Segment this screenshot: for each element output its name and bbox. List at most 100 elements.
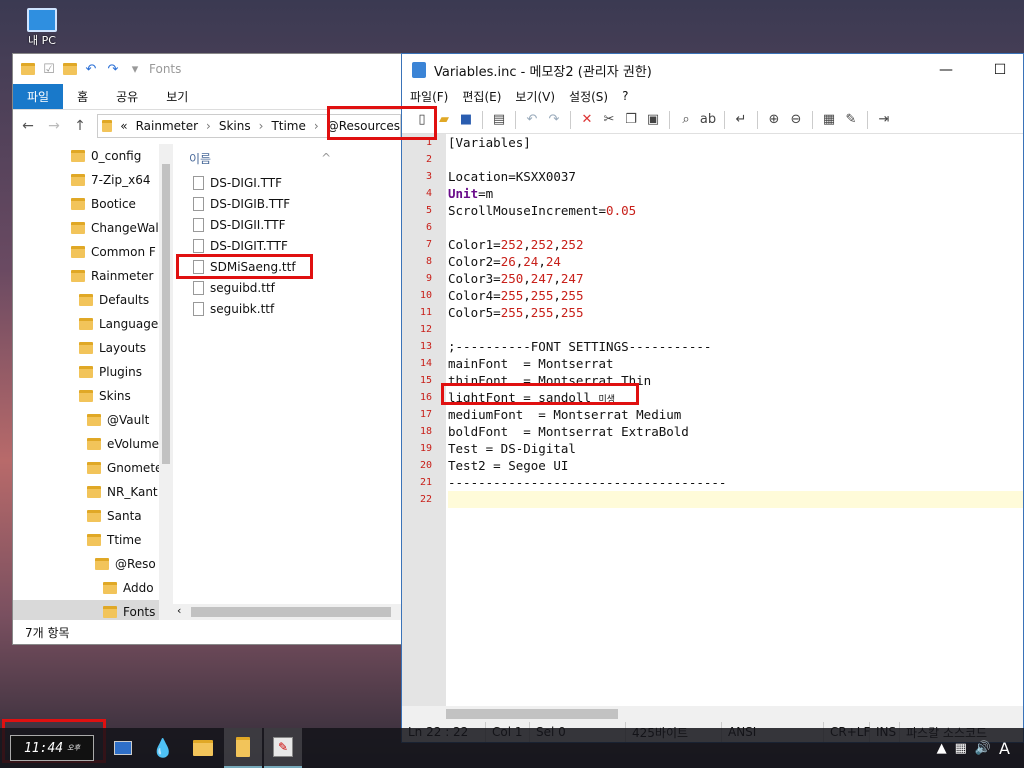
up-arrow-icon[interactable]: ↑ bbox=[71, 118, 89, 134]
menu-edit[interactable]: 편집(E) bbox=[462, 88, 501, 105]
code-line[interactable]: Color1=252,252,252 bbox=[448, 236, 1023, 253]
taskbar-app-fonts[interactable] bbox=[224, 728, 262, 768]
breadcrumb-rainmeter[interactable]: Rainmeter bbox=[136, 119, 198, 133]
code-line[interactable] bbox=[448, 151, 1023, 168]
save-icon[interactable]: ■ bbox=[456, 110, 476, 130]
tree-item[interactable]: Bootice bbox=[13, 192, 173, 216]
code-area[interactable]: [Variables] Location=KSXX0037 Unit=m Scroll… bbox=[446, 134, 1023, 706]
menu-settings[interactable]: 설정(S) bbox=[569, 88, 608, 105]
file-item[interactable]: seguibk.ttf bbox=[173, 298, 407, 319]
replace-icon[interactable]: ab bbox=[698, 110, 718, 130]
scrollbar-thumb[interactable] bbox=[191, 607, 391, 617]
cut-icon[interactable]: ✂ bbox=[599, 110, 619, 130]
code-line[interactable]: Color3=250,247,247 bbox=[448, 270, 1023, 287]
properties-icon[interactable]: ☑ bbox=[41, 61, 57, 77]
column-header-name[interactable]: 이름 ^ bbox=[173, 144, 407, 172]
tree-scrollbar[interactable] bbox=[159, 144, 173, 620]
chevron-left-icon[interactable]: ‹ bbox=[177, 604, 181, 617]
file-item[interactable]: DS-DIGIB.TTF bbox=[173, 193, 407, 214]
print-icon[interactable]: ▤ bbox=[489, 110, 509, 130]
code-line[interactable] bbox=[448, 219, 1023, 236]
tree-item[interactable]: Rainmeter bbox=[13, 264, 173, 288]
redo-icon[interactable]: ↷ bbox=[544, 110, 564, 130]
scheme-icon[interactable]: ▦ bbox=[819, 110, 839, 130]
tree-item[interactable]: ChangeWal bbox=[13, 216, 173, 240]
code-line[interactable]: Test2 = Segoe UI bbox=[448, 457, 1023, 474]
breadcrumb-skins[interactable]: Skins bbox=[219, 119, 251, 133]
tree-item[interactable]: @Vault bbox=[13, 408, 173, 432]
code-line[interactable]: Unit=m bbox=[448, 185, 1023, 202]
chevron-down-icon[interactable]: ▾ bbox=[127, 61, 143, 77]
undo-icon[interactable]: ↶ bbox=[83, 61, 99, 77]
taskbar-app-notepad2[interactable]: ✎ bbox=[264, 728, 302, 768]
breadcrumb-resources[interactable]: @Resources bbox=[327, 119, 400, 133]
menu-view[interactable]: 보기(V) bbox=[515, 88, 555, 105]
file-item[interactable]: DS-DIGI.TTF bbox=[173, 172, 407, 193]
taskbar-app-monitor[interactable] bbox=[104, 728, 142, 768]
menu-file[interactable]: 파일(F) bbox=[410, 88, 448, 105]
tree-item[interactable]: @Reso bbox=[13, 552, 173, 576]
minimize-button[interactable]: — bbox=[923, 62, 969, 78]
maximize-button[interactable]: ☐ bbox=[977, 62, 1023, 78]
tree-item[interactable]: NR_Kant bbox=[13, 480, 173, 504]
code-line[interactable]: Test = DS-Digital bbox=[448, 440, 1023, 457]
breadcrumb-overflow[interactable]: « bbox=[120, 119, 127, 133]
address-bar[interactable]: « Rainmeter › Skins › Ttime › @Resources bbox=[97, 114, 401, 138]
new-file-icon[interactable]: ▯ bbox=[412, 110, 432, 130]
tree-item[interactable]: Common F bbox=[13, 240, 173, 264]
delete-icon[interactable]: ✕ bbox=[577, 110, 597, 130]
tree-item[interactable]: Fonts bbox=[13, 600, 173, 620]
code-line[interactable]: lightFont = sandoll 미생 bbox=[448, 389, 1023, 406]
code-line[interactable]: mainFont = Montserrat bbox=[448, 355, 1023, 372]
tab-share[interactable]: 공유 bbox=[102, 84, 152, 109]
text-editor[interactable]: 1 2 3 4 5 6 7 8 9 10 11 12 13 14 15 16 17 18 19 20 21 22 [Var… bbox=[402, 134, 1023, 706]
tree-item[interactable]: 0_config bbox=[13, 144, 173, 168]
find-icon[interactable]: ⌕ bbox=[676, 110, 696, 130]
scrollbar-thumb[interactable] bbox=[162, 164, 170, 464]
code-line[interactable]: ScrollMouseIncrement=0.05 bbox=[448, 202, 1023, 219]
tree-item[interactable]: Plugins bbox=[13, 360, 173, 384]
tree-item[interactable]: Defaults bbox=[13, 288, 173, 312]
network-icon[interactable]: ▦ bbox=[955, 741, 967, 756]
breadcrumb-ttime[interactable]: Ttime bbox=[271, 119, 305, 133]
tab-home[interactable]: 홈 bbox=[63, 84, 102, 109]
code-line[interactable]: ------------------------------------- bbox=[448, 474, 1023, 491]
tree-item[interactable]: Skins bbox=[13, 384, 173, 408]
paste-icon[interactable]: ▣ bbox=[643, 110, 663, 130]
file-item[interactable]: DS-DIGIT.TTF bbox=[173, 235, 407, 256]
tree-item[interactable]: Languages bbox=[13, 312, 173, 336]
file-list-scrollbar[interactable]: ‹ bbox=[173, 604, 407, 620]
code-line[interactable]: boldFont = Montserrat ExtraBold bbox=[448, 423, 1023, 440]
exit-icon[interactable]: ⇥ bbox=[874, 110, 894, 130]
code-line[interactable]: Location=KSXX0037 bbox=[448, 168, 1023, 185]
code-line[interactable]: [Variables] bbox=[448, 134, 1023, 151]
new-folder-icon[interactable] bbox=[63, 63, 77, 75]
volume-icon[interactable]: 🔊 bbox=[975, 741, 991, 756]
undo-icon[interactable]: ↶ bbox=[522, 110, 542, 130]
customize-icon[interactable]: ✎ bbox=[841, 110, 861, 130]
code-line[interactable]: Color4=255,255,255 bbox=[448, 287, 1023, 304]
code-line[interactable] bbox=[448, 321, 1023, 338]
taskbar-app-drop[interactable]: 💧 bbox=[144, 728, 182, 768]
open-folder-icon[interactable]: ▰ bbox=[434, 110, 454, 130]
forward-arrow-icon[interactable]: → bbox=[45, 118, 63, 134]
tree-item[interactable]: Santa bbox=[13, 504, 173, 528]
code-line[interactable]: Color5=255,255,255 bbox=[448, 304, 1023, 321]
file-item[interactable]: SDMiSaeng.ttf bbox=[173, 256, 407, 277]
file-item[interactable]: seguibd.ttf bbox=[173, 277, 407, 298]
tree-item[interactable]: Layouts bbox=[13, 336, 173, 360]
file-item[interactable]: DS-DIGII.TTF bbox=[173, 214, 407, 235]
code-line[interactable]: Color2=26,24,24 bbox=[448, 253, 1023, 270]
back-arrow-icon[interactable]: ← bbox=[19, 118, 37, 134]
code-line[interactable]: ;----------FONT SETTINGS----------- bbox=[448, 338, 1023, 355]
tree-item[interactable]: Ttime bbox=[13, 528, 173, 552]
chevron-up-icon[interactable]: ▲ bbox=[937, 741, 947, 756]
word-wrap-icon[interactable]: ↵ bbox=[731, 110, 751, 130]
ime-icon[interactable]: A bbox=[999, 739, 1010, 758]
editor-scrollbar[interactable] bbox=[402, 706, 1023, 722]
menu-help[interactable]: ? bbox=[622, 89, 628, 103]
tree-item[interactable]: 7-Zip_x64 bbox=[13, 168, 173, 192]
code-line[interactable] bbox=[448, 491, 1023, 508]
zoom-out-icon[interactable]: ⊖ bbox=[786, 110, 806, 130]
code-line[interactable]: mediumFont = Montserrat Medium bbox=[448, 406, 1023, 423]
